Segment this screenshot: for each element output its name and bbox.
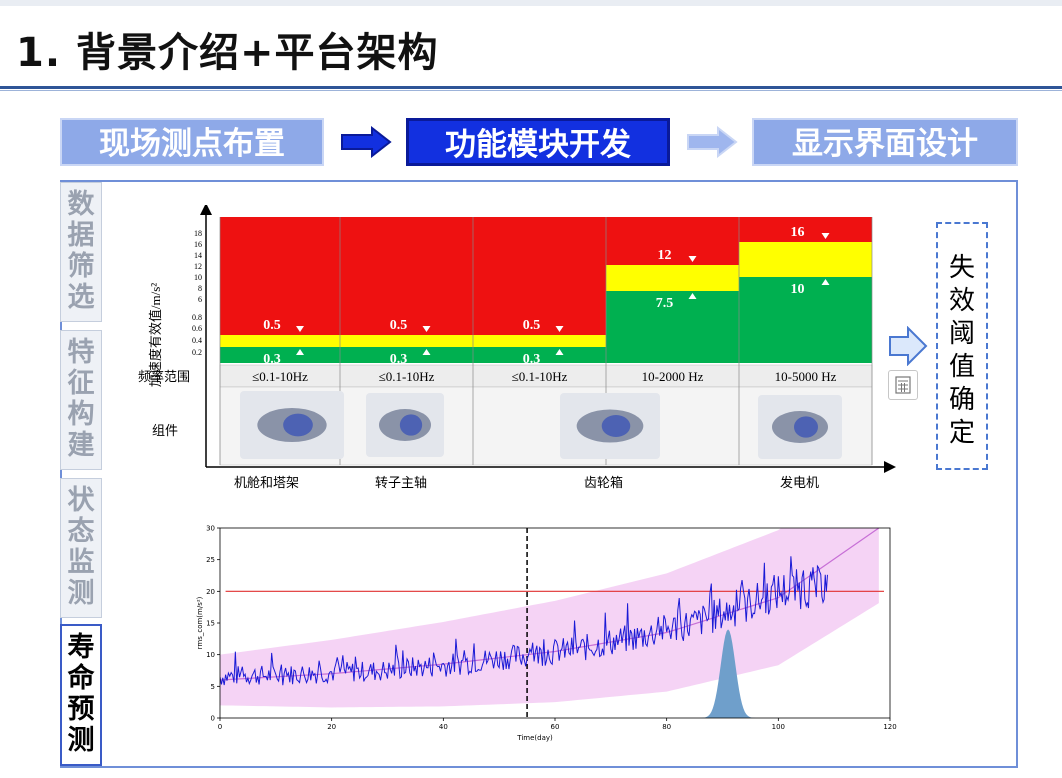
- y-tick-label: 25: [206, 556, 215, 564]
- failure-threshold-box: 失 效 阈 值 确 定: [936, 222, 988, 470]
- title-divider-thin: [0, 90, 1062, 91]
- page-title: 1. 背景介绍+平台架构: [16, 30, 439, 76]
- lower-threshold-label: 0.3: [390, 352, 408, 367]
- tick-label: 10: [194, 273, 202, 282]
- tick-label: 12: [194, 262, 202, 271]
- component-image-shape: [794, 416, 818, 438]
- component-image-shape: [399, 414, 423, 436]
- step-module-development[interactable]: 功能模块开发: [406, 118, 670, 166]
- band-yellow: [340, 335, 473, 347]
- tick-label: 0.6: [192, 324, 202, 333]
- lower-threshold-label: 0.3: [523, 352, 541, 367]
- band-red: [739, 217, 872, 242]
- band-yellow: [220, 335, 340, 347]
- x-tick-label: 0: [218, 723, 222, 731]
- x-tick-label: 120: [883, 723, 896, 731]
- arrow-right-icon: [341, 126, 392, 158]
- freq-label: ≤0.1-10Hz: [252, 369, 308, 384]
- y-tick-label: 20: [206, 588, 215, 596]
- confidence-band: [220, 528, 879, 708]
- tab-life-prediction[interactable]: 寿 命 预 测: [60, 624, 102, 766]
- band-green: [739, 277, 872, 363]
- lower-threshold-label: 10: [791, 282, 805, 297]
- upper-threshold-label: 0.5: [390, 318, 408, 333]
- component-image-shape: [601, 415, 631, 437]
- y-tick-label: 10: [206, 651, 215, 659]
- x-tick-label: 100: [772, 723, 785, 731]
- x-tick-label: 40: [439, 723, 448, 731]
- title-divider: [0, 86, 1062, 89]
- step-display-design[interactable]: 显示界面设计: [752, 118, 1018, 166]
- tick-label: 16: [194, 240, 202, 249]
- top-bar: [0, 0, 1062, 6]
- x-tick-label: 60: [551, 723, 560, 731]
- y-tick-label: 30: [206, 525, 215, 533]
- upper-threshold-label: 12: [658, 248, 672, 263]
- y-tick-label: 0: [211, 715, 215, 723]
- freq-label: 10-5000 Hz: [775, 369, 837, 384]
- arrow-right-icon: [889, 326, 928, 366]
- step-site-measurement[interactable]: 现场测点布置: [60, 118, 324, 166]
- component-image-shape: [283, 413, 313, 437]
- component-row-label: 组件: [152, 424, 178, 439]
- freq-row-label: 频率范围: [138, 369, 190, 385]
- upper-threshold-label: 16: [791, 225, 805, 240]
- component-label: 转子主轴: [375, 476, 428, 491]
- band-yellow: [739, 242, 872, 277]
- calculator-icon[interactable]: [888, 370, 918, 400]
- freq-label: ≤0.1-10Hz: [379, 369, 435, 384]
- upper-threshold-label: 0.5: [523, 318, 541, 333]
- tab-feature-construction[interactable]: 特 征 构 建: [60, 330, 102, 470]
- component-label: 发电机: [780, 476, 820, 491]
- tick-label: 8: [198, 284, 202, 293]
- x-tick-label: 80: [662, 723, 671, 731]
- component-label: 机舱和塔架: [234, 476, 300, 491]
- y-tick-label: 15: [206, 620, 215, 628]
- component-label: 齿轮箱: [584, 476, 624, 491]
- arrow-right-icon: [687, 126, 738, 158]
- freq-label: 10-2000 Hz: [642, 369, 704, 384]
- lower-threshold-label: 7.5: [656, 296, 674, 311]
- band-red: [606, 217, 739, 265]
- upper-threshold-label: 0.5: [263, 318, 281, 333]
- band-yellow: [473, 335, 606, 347]
- tick-label: 18: [194, 229, 202, 238]
- tick-label: 0.4: [192, 336, 202, 345]
- threshold-diagram: 加速度有效值/m/s² 频率范围 组件 ≤0.1-10Hz0.50.3≤0.1-…: [138, 205, 896, 473]
- y-axis-label: rms_com(m/s²): [196, 596, 204, 649]
- tick-label: 14: [194, 251, 202, 260]
- lower-threshold-label: 0.3: [263, 352, 281, 367]
- tick-label: 0.2: [192, 348, 202, 357]
- y-tick-label: 5: [211, 683, 215, 691]
- band-yellow: [606, 265, 739, 291]
- freq-label: ≤0.1-10Hz: [512, 369, 568, 384]
- tick-label: 0.8: [192, 313, 202, 322]
- tab-condition-monitoring[interactable]: 状 态 监 测: [60, 478, 102, 618]
- tab-data-filtering[interactable]: 数 据 筛 选: [60, 182, 102, 322]
- x-axis-label: Time(day): [516, 734, 553, 742]
- life-prediction-chart: 0 20 40 60 80 100 120 0 5 10 15 20 25 30 Time(day) rms_…: [196, 525, 897, 743]
- tick-label: 6: [198, 295, 202, 304]
- x-tick-label: 20: [327, 723, 336, 731]
